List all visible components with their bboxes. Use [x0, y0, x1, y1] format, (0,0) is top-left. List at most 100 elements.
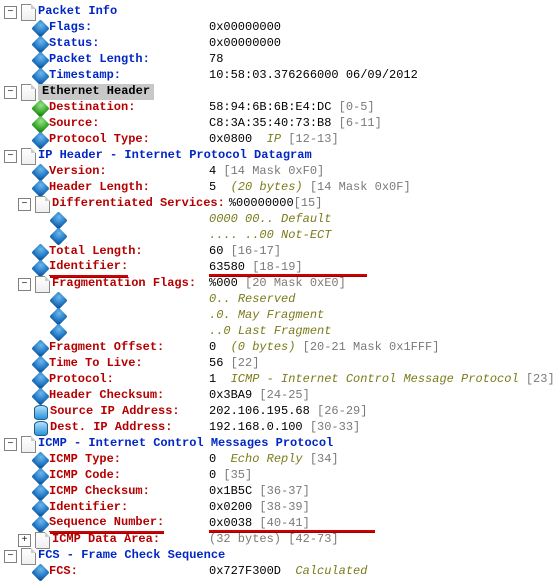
ethernet-header[interactable]: − Ethernet Header: [4, 84, 553, 100]
icmp-code-label: ICMP Code:: [49, 468, 121, 484]
eth-src-note: [6-11]: [339, 116, 382, 130]
ip-protocol-row: Protocol: 1 ICMP - Internet Control Mess…: [4, 372, 553, 388]
fcs-title: FCS - Frame Check Sequence: [38, 548, 225, 564]
collapse-icon[interactable]: −: [4, 86, 17, 99]
eth-proto-label: Protocol Type:: [49, 132, 150, 148]
cube-icon: [31, 67, 49, 85]
packet-length-label: Packet Length:: [49, 52, 150, 68]
ip-src-label: Source IP Address:: [50, 404, 180, 420]
ip-diff2-desc: Not-ECT: [281, 228, 331, 242]
ip-frag2-row: .0. May Fragment: [4, 308, 553, 324]
eth-dest-label: Destination:: [49, 100, 135, 116]
cube-icon: [31, 163, 49, 181]
ip-diff1-bits: 0000 00..: [209, 212, 274, 226]
ip-frag-label: Fragmentation Flags:: [52, 276, 196, 292]
collapse-icon[interactable]: −: [18, 198, 31, 211]
icmp-type-row: ICMP Type: 0 Echo Reply [34]: [4, 452, 553, 468]
icmp-data-row[interactable]: + ICMP Data Area: (32 bytes) [42-73]: [4, 532, 553, 548]
ip-protocol-value: 1: [209, 372, 216, 386]
ip-ident-row: Identifier: 63580 [18-19]: [4, 260, 553, 276]
icmp-type-label: ICMP Type:: [49, 452, 121, 468]
ip-frag1-row: 0.. Reserved: [4, 292, 553, 308]
status-row: Status: 0x00000000: [4, 36, 553, 52]
doc-icon: [21, 148, 36, 165]
ip-frag3-bits: ..0: [209, 324, 231, 338]
ip-src-value: 202.106.195.68: [209, 404, 310, 418]
ip-fragoff-row: Fragment Offset: 0 (0 bytes) [20-21 Mask…: [4, 340, 553, 356]
icmp-data-label: ICMP Data Area:: [52, 532, 160, 548]
ip-fragoff-label: Fragment Offset:: [49, 340, 164, 356]
fcs-value: 0x727F300D: [209, 564, 281, 578]
cube-icon: [31, 35, 49, 53]
ip-dst-label: Dest. IP Address:: [50, 420, 172, 436]
flags-value: 0x00000000: [209, 20, 281, 36]
collapse-icon[interactable]: −: [4, 550, 17, 563]
ip-header[interactable]: − IP Header - Internet Protocol Datagram: [4, 148, 553, 164]
fcs-label: FCS:: [49, 564, 78, 580]
ip-totlen-note: [16-17]: [231, 244, 281, 258]
ip-frag-header[interactable]: − Fragmentation Flags: %000 [20 Mask 0xE…: [4, 276, 553, 292]
icmp-data-note: [42-73]: [288, 532, 338, 546]
db-icon: [34, 421, 48, 436]
ip-ident-note: [18-19]: [252, 260, 302, 274]
icmp-title: ICMP - Internet Control Messages Protoco…: [38, 436, 333, 452]
cube-icon: [31, 179, 49, 197]
status-value: 0x00000000: [209, 36, 281, 52]
icmp-seq-value: 0x0038: [209, 516, 252, 530]
icmp-ident-row: Identifier: 0x0200 [38-39]: [4, 500, 553, 516]
fcs-header[interactable]: − FCS - Frame Check Sequence: [4, 548, 553, 564]
ip-version-note: [14 Mask 0xF0]: [223, 164, 324, 178]
icmp-ident-note: [38-39]: [259, 500, 309, 514]
icmp-type-note: [34]: [310, 452, 339, 466]
packet-length-row: Packet Length: 78: [4, 52, 553, 68]
icmp-chk-note: [36-37]: [259, 484, 309, 498]
ip-hlen-italic: (20 bytes): [231, 180, 303, 194]
ip-ident-label: Identifier:: [49, 259, 128, 277]
icmp-data-value: (32 bytes): [209, 532, 281, 546]
collapse-icon[interactable]: −: [18, 278, 31, 291]
collapse-icon[interactable]: −: [4, 150, 17, 163]
packet-info-title: Packet Info: [38, 4, 117, 20]
ip-protocol-note: [23]: [526, 372, 553, 386]
ip-diff2-row: .... ..00 Not-ECT: [4, 228, 553, 244]
icmp-seq-row: Sequence Number: 0x0038 [40-41]: [4, 516, 553, 532]
icmp-seq-label: Sequence Number:: [49, 515, 164, 533]
ip-hchksum-label: Header Checksum:: [49, 388, 164, 404]
ip-protocol-italic: ICMP - Internet Control Message Protocol: [231, 372, 519, 386]
timestamp-value: 10:58:03.376266000 06/09/2012: [209, 68, 418, 84]
cube-icon: [49, 211, 67, 229]
ip-hchksum-value: 0x3BA9: [209, 388, 252, 402]
ip-frag-note: [20 Mask 0xE0]: [245, 276, 346, 290]
cube-icon: [31, 259, 49, 277]
ip-ident-value: 63580: [209, 260, 245, 274]
timestamp-row: Timestamp: 10:58:03.376266000 06/09/2012: [4, 68, 553, 84]
expand-icon[interactable]: +: [18, 534, 31, 547]
ip-fragoff-italic: (0 bytes): [231, 340, 296, 354]
collapse-icon[interactable]: −: [4, 6, 17, 19]
ip-ttl-row: Time To Live: 56 [22]: [4, 356, 553, 372]
status-label: Status:: [49, 36, 99, 52]
ip-diffserv-header[interactable]: − Differentiated Services:%00000000 [15]: [4, 196, 553, 212]
eth-proto-note: [12-13]: [288, 132, 338, 146]
collapse-icon[interactable]: −: [4, 438, 17, 451]
eth-proto-row: Protocol Type: 0x0800 IP [12-13]: [4, 132, 553, 148]
ip-frag3-desc: Last Fragment: [238, 324, 332, 338]
icmp-header[interactable]: − ICMP - Internet Control Messages Proto…: [4, 436, 553, 452]
ip-diff2-bits: .... ..00: [209, 228, 274, 242]
green-cube-icon: [31, 99, 49, 117]
doc-icon: [35, 532, 50, 549]
ip-title: IP Header - Internet Protocol Datagram: [38, 148, 312, 164]
ip-frag3-row: ..0 Last Fragment: [4, 324, 553, 340]
cube-icon: [31, 563, 49, 581]
cube-icon: [31, 51, 49, 69]
packet-info-header[interactable]: − Packet Info: [4, 4, 553, 20]
ip-diff1-row: 0000 00.. Default: [4, 212, 553, 228]
cube-icon: [31, 371, 49, 389]
icmp-code-note: [35]: [223, 468, 252, 482]
eth-src-row: Source: C8:3A:35:40:73:B8 [6-11]: [4, 116, 553, 132]
ip-version-value: 4: [209, 164, 216, 178]
eth-src-value: C8:3A:35:40:73:B8: [209, 116, 331, 130]
doc-icon: [21, 84, 36, 101]
eth-proto-value: 0x0800: [209, 132, 252, 146]
flags-row: Flags: 0x00000000: [4, 20, 553, 36]
